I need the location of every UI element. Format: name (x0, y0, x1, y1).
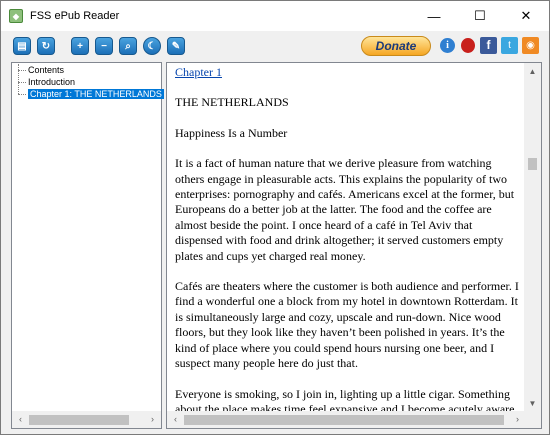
open-folder-icon[interactable]: ▤ (13, 37, 31, 55)
toc-item-contents[interactable]: Contents (16, 64, 164, 76)
window-controls: — ☐ ✕ (411, 1, 549, 31)
toc-item-label: Contents (28, 65, 65, 75)
tree-horizontal-scrollbar[interactable]: ‹ › (12, 411, 161, 428)
toc-item-introduction[interactable]: Introduction (16, 76, 164, 88)
minimize-button[interactable]: — (411, 1, 457, 31)
zoom-out-icon[interactable]: − (95, 37, 113, 55)
twitter-icon[interactable]: t (501, 37, 518, 54)
chapter-link[interactable]: Chapter 1 (175, 65, 222, 79)
paragraph: Cafés are theaters where the customer is… (175, 279, 519, 371)
scroll-up-arrow-icon[interactable]: ▲ (524, 63, 541, 80)
zoom-in-icon[interactable]: + (71, 37, 89, 55)
reader-vertical-scrollbar[interactable]: ▲ ▼ (524, 63, 541, 412)
scroll-left-arrow-icon[interactable]: ‹ (12, 411, 29, 428)
toc-item-chapter-1[interactable]: Chapter 1: THE NETHERLANDS (16, 88, 164, 100)
toolbar: ▤ ↻ + − ⌕ ☾ ✎ Donate i f t ◉ (1, 31, 549, 61)
scrollbar-thumb[interactable] (528, 158, 537, 170)
reader-horizontal-scrollbar[interactable]: ‹ › (167, 411, 526, 428)
app-window: ◆ FSS ePub Reader — ☐ ✕ ▤ ↻ + − ⌕ ☾ ✎ Do… (0, 0, 550, 435)
scrollbar-thumb[interactable] (184, 414, 504, 425)
chapter-subheading: Happiness Is a Number (175, 125, 288, 140)
speech-bubble-icon[interactable]: ✎ (167, 37, 185, 55)
toc-item-label: Introduction (28, 77, 76, 87)
scroll-right-arrow-icon[interactable]: › (144, 411, 161, 428)
scrollbar-thumb[interactable] (29, 414, 129, 425)
ladybug-icon[interactable] (461, 38, 475, 53)
table-of-contents-tree[interactable]: Contents Introduction Chapter 1: THE NET… (11, 62, 164, 429)
maximize-button[interactable]: ☐ (457, 1, 503, 31)
refresh-icon[interactable]: ↻ (37, 37, 55, 55)
search-icon[interactable]: ⌕ (119, 37, 137, 55)
moon-icon[interactable]: ☾ (143, 37, 161, 55)
rss-icon[interactable]: ◉ (522, 37, 539, 54)
facebook-icon[interactable]: f (480, 37, 497, 54)
scrollbar-corner (524, 411, 541, 428)
scroll-down-arrow-icon[interactable]: ▼ (524, 395, 541, 412)
close-button[interactable]: ✕ (503, 1, 549, 31)
app-icon: ◆ (9, 9, 23, 23)
toc-item-label: Chapter 1: THE NETHERLANDS (28, 89, 164, 99)
paragraph: It is a fact of human nature that we der… (175, 156, 515, 263)
reader-pane[interactable]: Chapter 1 THE NETHERLANDS Happiness Is a… (166, 62, 542, 429)
scroll-left-arrow-icon[interactable]: ‹ (167, 411, 184, 428)
window-title: FSS ePub Reader (30, 10, 120, 22)
chapter-content: Chapter 1 THE NETHERLANDS Happiness Is a… (175, 65, 521, 428)
chapter-heading: THE NETHERLANDS (175, 95, 289, 110)
title-bar: ◆ FSS ePub Reader — ☐ ✕ (1, 1, 549, 31)
donate-button[interactable]: Donate (361, 36, 431, 56)
info-icon[interactable]: i (440, 38, 455, 53)
